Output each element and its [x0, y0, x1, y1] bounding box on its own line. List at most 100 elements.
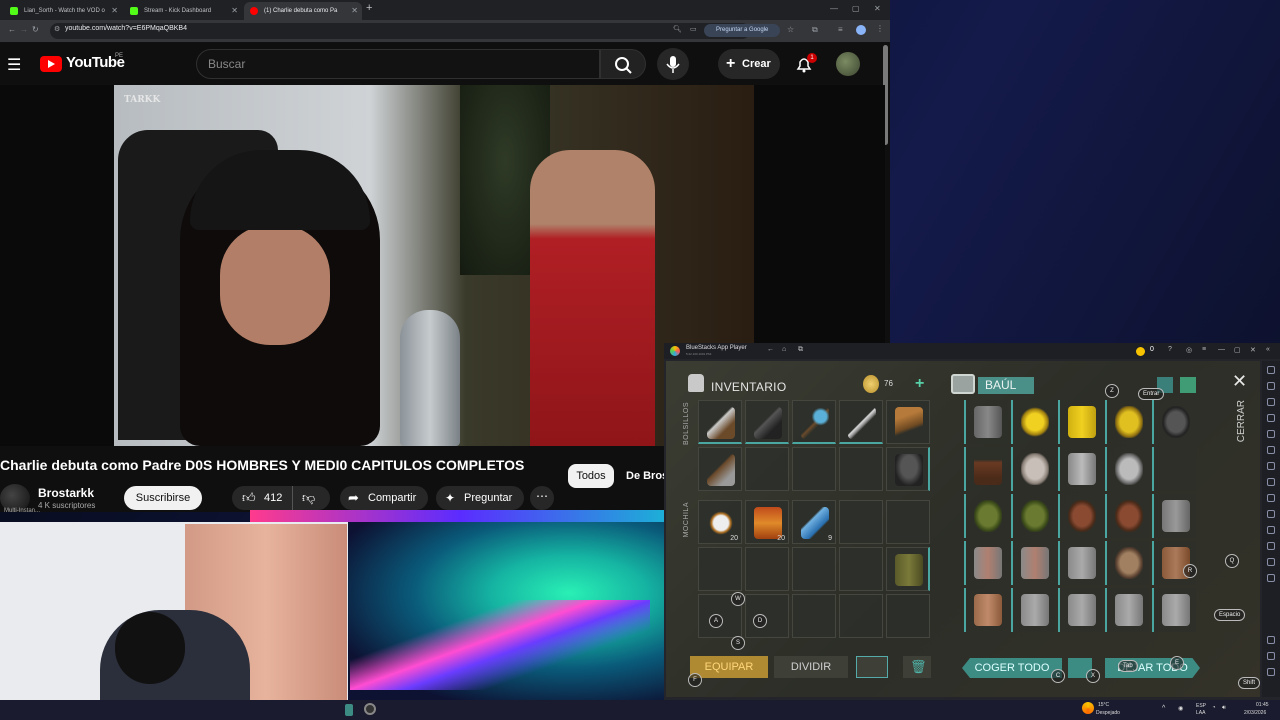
chest-slot[interactable] [1152, 447, 1196, 491]
chest-slot[interactable] [1105, 541, 1149, 585]
sidebar-tool-icon[interactable] [1267, 558, 1275, 566]
chest-slot[interactable] [964, 494, 1008, 538]
thumbs-down-icon[interactable]: 👎︎ [302, 486, 315, 510]
equip-button[interactable]: EQUIPAR [690, 656, 768, 678]
zoom-icon[interactable]: 🔍︎ [673, 25, 682, 33]
chest-slot[interactable] [964, 588, 1008, 632]
chest-slot[interactable] [1105, 494, 1149, 538]
inventory-slot[interactable] [839, 500, 883, 544]
inventory-slot[interactable] [792, 547, 836, 591]
chest-slot[interactable] [1105, 447, 1149, 491]
inventory-slot[interactable]: 20 [698, 500, 742, 544]
inventory-slot[interactable] [886, 447, 930, 491]
cast-icon[interactable]: ▭ [690, 25, 697, 33]
chest-slot[interactable] [1058, 400, 1102, 444]
inventory-slot[interactable] [839, 547, 883, 591]
site-info-icon[interactable]: ⚙ [54, 25, 60, 33]
new-tab-icon[interactable]: + [366, 2, 372, 14]
chest-slot[interactable] [964, 447, 1008, 491]
search-input[interactable] [196, 49, 600, 79]
taskbar-app-icon[interactable] [364, 703, 376, 715]
inventory-slot[interactable] [745, 447, 789, 491]
chest-slot[interactable] [1011, 588, 1055, 632]
inventory-slot[interactable] [886, 594, 930, 638]
tab-kick-dashboard[interactable]: Stream - Kick Dashboard ✕ [124, 2, 242, 20]
sidebar-tool-icon[interactable] [1267, 510, 1275, 518]
search-button[interactable] [600, 49, 646, 79]
tab-kick-vod[interactable]: Lian_Sorth - Watch the VOD o ✕ [4, 2, 122, 20]
like-button[interactable]: 👍︎ 412 👎︎ [232, 486, 330, 510]
back-icon[interactable]: ← [8, 25, 16, 34]
close-inventory-icon[interactable]: ✕ [1232, 371, 1247, 392]
close-window-icon[interactable]: ✕ [874, 4, 881, 13]
maximize-icon[interactable]: ▢ [1234, 346, 1241, 354]
close-icon[interactable]: ✕ [231, 2, 238, 20]
chest-slot[interactable] [1058, 588, 1102, 632]
inventory-slot[interactable] [886, 547, 930, 591]
inventory-slot[interactable] [745, 547, 789, 591]
menu-dots-icon[interactable]: ⋮ [876, 24, 884, 33]
sidebar-tool-icon[interactable] [1267, 382, 1275, 390]
inventory-slot[interactable]: 20 [745, 500, 789, 544]
inventory-slot[interactable] [745, 594, 789, 638]
sidebar-settings-icon[interactable] [1267, 636, 1275, 644]
tab-youtube[interactable]: (1) Charlie debuta como Pa ✕ [244, 2, 362, 20]
close-icon[interactable]: ✕ [351, 2, 358, 20]
chest-slot[interactable] [1011, 541, 1055, 585]
multitask-icon[interactable]: ⧉ [798, 346, 803, 354]
chest-slot[interactable] [1011, 400, 1055, 444]
create-button[interactable]: + Crear [718, 49, 780, 79]
chest-slot[interactable] [1105, 400, 1149, 444]
sidebar-tool-icon[interactable] [1267, 398, 1275, 406]
home-icon[interactable]: ⌂ [782, 346, 786, 353]
collapse-icon[interactable]: « [1266, 346, 1270, 353]
wifi-icon[interactable]: ◔ [1212, 705, 1216, 711]
inventory-slot[interactable] [792, 400, 836, 444]
chest-slot[interactable] [1105, 588, 1149, 632]
chest-slot[interactable] [1152, 400, 1196, 444]
help-icon[interactable]: ? [1168, 346, 1172, 353]
inventory-slot[interactable] [698, 400, 742, 444]
channel-name[interactable]: Brostarkk [38, 486, 94, 500]
sidebar-tool-icon[interactable] [1267, 462, 1275, 470]
sidebar-tool-icon[interactable] [1267, 414, 1275, 422]
volume-icon[interactable]: 🔊︎ [1222, 705, 1226, 712]
inventory-slot[interactable] [839, 594, 883, 638]
chest-slot[interactable] [1152, 588, 1196, 632]
menu-icon[interactable]: ≡ [1202, 346, 1206, 353]
close-icon[interactable]: ✕ [1250, 346, 1256, 354]
ask-google-button[interactable]: Preguntar a Google [704, 24, 780, 37]
sidebar-tool-icon[interactable] [1267, 574, 1275, 582]
chest-slot[interactable] [964, 400, 1008, 444]
minimize-icon[interactable]: — [1218, 346, 1225, 353]
chest-slot[interactable] [1152, 541, 1196, 585]
chest-slot[interactable] [1058, 494, 1102, 538]
chip-all[interactable]: Todos [568, 464, 614, 488]
avatar[interactable] [836, 52, 860, 76]
inventory-slot[interactable] [839, 400, 883, 444]
tray-chevron-icon[interactable]: ^ [1162, 705, 1165, 712]
sidebar-back-icon[interactable] [1267, 652, 1275, 660]
chest-slot[interactable] [1058, 447, 1102, 491]
inventory-slot[interactable] [792, 447, 836, 491]
sidebar-tool-icon[interactable] [1267, 366, 1275, 374]
share-button[interactable]: ➦ Compartir [340, 486, 428, 510]
chest-slot[interactable] [1152, 494, 1196, 538]
account-icon[interactable]: ◎ [1186, 346, 1192, 354]
reload-icon[interactable]: ↻ [32, 25, 39, 34]
hamburger-icon[interactable]: ☰ [7, 55, 21, 75]
inventory-slot[interactable] [886, 500, 930, 544]
voice-search-button[interactable] [657, 48, 689, 80]
sidebar-home-icon[interactable] [1267, 668, 1275, 676]
maximize-icon[interactable]: ▢ [852, 4, 860, 13]
sidebar-tool-icon[interactable] [1267, 542, 1275, 550]
inventory-slot[interactable] [745, 400, 789, 444]
chest-slot[interactable] [1058, 541, 1102, 585]
back-icon[interactable]: ← [767, 346, 774, 353]
forward-icon[interactable]: → [20, 25, 28, 34]
take-all-button[interactable]: COGER TODO [962, 658, 1062, 678]
media-icon[interactable]: ≡ [838, 25, 843, 34]
url-text[interactable]: youtube.com/watch?v=E6PMqaQBKB4 [65, 25, 187, 32]
taskbar-app-icon[interactable] [345, 704, 353, 716]
sidebar-tool-icon[interactable] [1267, 494, 1275, 502]
